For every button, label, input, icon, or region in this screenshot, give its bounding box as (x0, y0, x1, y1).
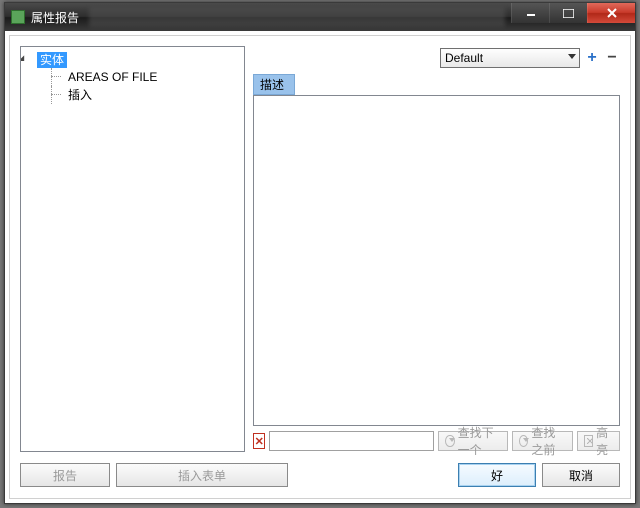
clear-search-button[interactable]: ✕ (253, 433, 265, 449)
description-header: 描述 (253, 74, 295, 95)
description-area: 描述 (253, 74, 620, 426)
tree-item-label[interactable]: 插入 (65, 87, 95, 103)
search-input[interactable] (269, 431, 434, 451)
bottom-bar: 报告 插入表单 好 取消 (20, 462, 620, 488)
preset-combo-value: Default (445, 51, 483, 65)
highlight-label: 高亮 (596, 424, 613, 458)
ok-button[interactable]: 好 (458, 463, 536, 487)
tree-item-label[interactable]: AREAS OF FILE (65, 69, 160, 85)
add-preset-button[interactable]: + (584, 50, 600, 66)
arrow-down-icon (445, 435, 454, 447)
cancel-button[interactable]: 取消 (542, 463, 620, 487)
preset-combo[interactable]: Default (440, 48, 580, 68)
report-button[interactable]: 报告 (20, 463, 110, 487)
find-prev-button[interactable]: 查找之前 (512, 431, 573, 451)
right-panel: Default + − 描述 ✕ (253, 46, 620, 452)
maximize-icon (563, 9, 574, 18)
client-area: 实体 AREAS OF FILE 插入 (9, 35, 631, 499)
insert-form-button[interactable]: 插入表单 (116, 463, 288, 487)
tree-item[interactable]: 插入 (51, 86, 242, 104)
window-title: 属性报告 (31, 9, 79, 26)
arrow-up-icon (519, 435, 528, 447)
titlebar-blur (89, 7, 505, 27)
report-label: 报告 (53, 467, 77, 484)
titlebar[interactable]: 属性报告 (5, 3, 635, 31)
expand-icon[interactable] (20, 55, 27, 63)
minimize-button[interactable] (511, 3, 549, 23)
description-box[interactable] (253, 95, 620, 426)
window-buttons (511, 3, 635, 31)
x-icon: ✕ (255, 435, 264, 448)
highlight-button[interactable]: 高亮 (577, 431, 620, 451)
plus-icon: + (587, 51, 596, 65)
find-next-label: 查找下一个 (458, 424, 502, 458)
dialog-window: 属性报告 实体 (4, 2, 636, 504)
remove-preset-button[interactable]: − (604, 50, 620, 66)
cancel-label: 取消 (569, 467, 593, 484)
tree-panel[interactable]: 实体 AREAS OF FILE 插入 (20, 46, 245, 452)
maximize-button[interactable] (549, 3, 587, 23)
preset-row: Default + − (253, 46, 620, 70)
search-row: ✕ 查找下一个 查找之前 高亮 (253, 430, 620, 452)
app-icon (11, 10, 25, 24)
minimize-icon (526, 8, 536, 18)
entity-tree: 实体 AREAS OF FILE 插入 (23, 51, 242, 105)
close-button[interactable] (587, 3, 635, 23)
insert-form-label: 插入表单 (178, 467, 226, 484)
tree-root[interactable]: 实体 AREAS OF FILE 插入 (23, 51, 242, 105)
tree-item[interactable]: AREAS OF FILE (51, 68, 242, 86)
minus-icon: − (607, 51, 616, 65)
main-area: 实体 AREAS OF FILE 插入 (20, 46, 620, 452)
find-next-button[interactable]: 查找下一个 (438, 431, 508, 451)
close-icon (606, 8, 618, 18)
tree-root-label[interactable]: 实体 (37, 52, 67, 68)
find-prev-label: 查找之前 (531, 424, 566, 458)
highlight-icon (584, 435, 593, 447)
ok-label: 好 (491, 467, 503, 484)
chevron-down-icon (568, 54, 576, 59)
